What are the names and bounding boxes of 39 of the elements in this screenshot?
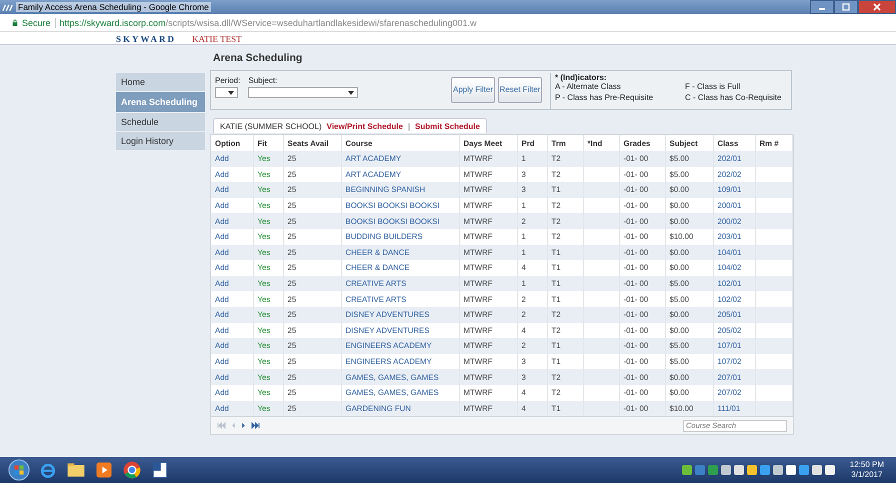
skyward-logo: SKYWARD bbox=[116, 35, 176, 44]
schedule-link[interactable]: Submit Schedule bbox=[415, 122, 480, 131]
close-icon bbox=[872, 3, 882, 11]
schedule-tab[interactable]: KATIE (SUMMER SCHOOL) View/Print Schedule | Submit Schedule bbox=[213, 118, 487, 133]
user-name: KATIE TEST bbox=[192, 35, 242, 44]
link-separator: | bbox=[408, 122, 410, 131]
indicators-title: * (Ind)icators: bbox=[555, 73, 608, 82]
media-player-icon[interactable] bbox=[94, 460, 114, 480]
sidebar-item[interactable]: Home bbox=[116, 73, 205, 91]
caret-icon bbox=[228, 90, 234, 94]
caret-icon bbox=[348, 90, 354, 94]
window-title: Family Access Arena Scheduling - Google Chrome bbox=[16, 2, 211, 12]
page-title: Arena Scheduling bbox=[212, 51, 304, 66]
sidebar-item[interactable]: Schedule bbox=[116, 113, 205, 131]
indicator-legend: C - Class has Co-Requisite bbox=[685, 93, 791, 102]
lock-icon bbox=[12, 18, 18, 26]
indicator-legend: P - Class has Pre-Requisite bbox=[555, 93, 685, 102]
sidebar-item[interactable]: Login History bbox=[116, 132, 205, 150]
address-url[interactable]: https://skyward.iscorp.com/scripts/wsisa.dll/WService=wseduhartlandlakesidewi/sfarenascheduling001.w bbox=[60, 18, 476, 28]
minimize-button[interactable] bbox=[810, 0, 834, 14]
clock-date: 3/1/2017 bbox=[851, 470, 882, 480]
period-label: Period: bbox=[215, 76, 240, 85]
clock-time: 12:50 PM bbox=[850, 460, 884, 470]
period-dropdown[interactable] bbox=[215, 87, 238, 98]
indicator-legend: F - Class is Full bbox=[685, 82, 791, 91]
last-page-icon[interactable] bbox=[251, 422, 260, 430]
secure-label: Secure bbox=[22, 18, 51, 28]
chrome-icon[interactable] bbox=[122, 460, 142, 480]
schedule-link[interactable]: View/Print Schedule bbox=[326, 122, 403, 131]
start-button-icon[interactable] bbox=[8, 459, 30, 481]
maximize-icon bbox=[841, 3, 851, 11]
next-page-icon[interactable] bbox=[241, 422, 246, 430]
apply-filter-button[interactable]: Apply Filter bbox=[451, 77, 495, 103]
student-name: KATIE (SUMMER SCHOOL) bbox=[220, 122, 322, 131]
maximize-button[interactable] bbox=[834, 0, 858, 14]
subject-label: Subject: bbox=[248, 76, 278, 85]
close-button[interactable] bbox=[858, 0, 896, 14]
reset-filter-button[interactable]: Reset Filter bbox=[498, 77, 542, 103]
indicator-legend: A - Alternate Class bbox=[555, 82, 685, 91]
